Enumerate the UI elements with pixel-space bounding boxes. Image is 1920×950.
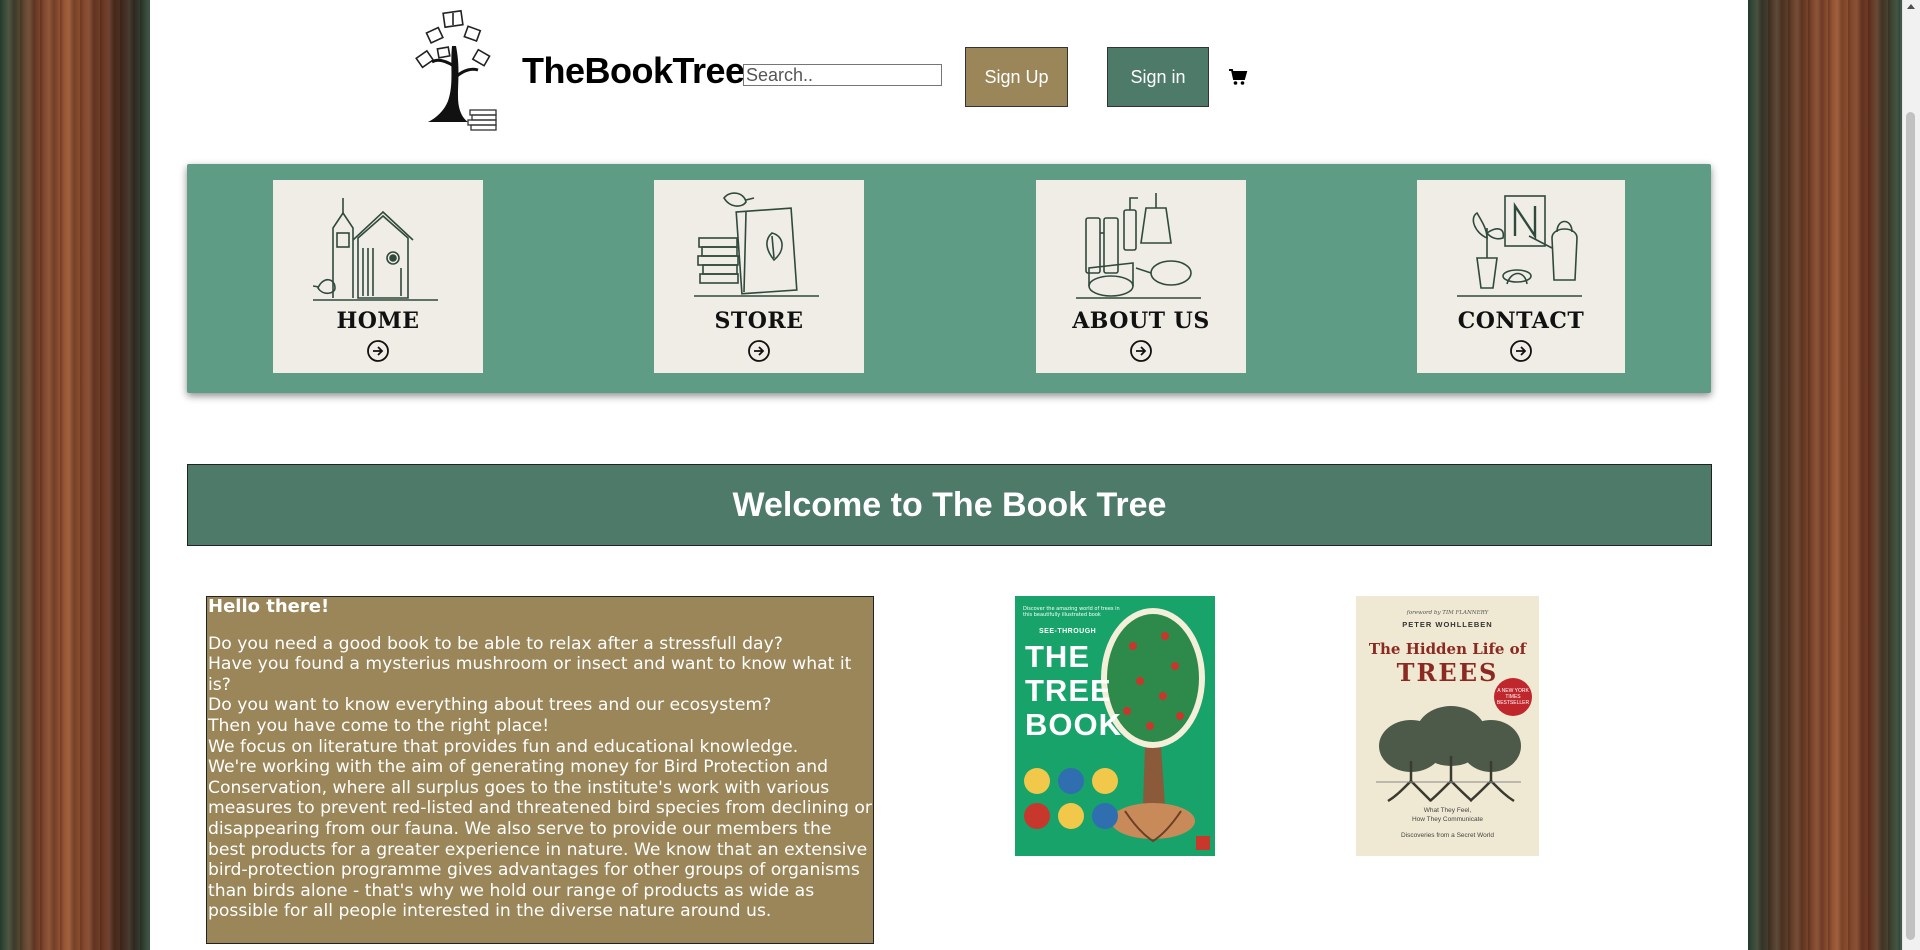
- forest-background-left: [0, 0, 150, 950]
- intro-text-box: Hello there! Do you need a good book to …: [206, 596, 874, 944]
- book1-title-line: TREE: [1025, 673, 1112, 708]
- brand-name[interactable]: TheBookTree: [522, 50, 745, 92]
- welcome-title: Welcome to The Book Tree: [732, 485, 1167, 524]
- books-with-bird-illustration: [694, 192, 819, 297]
- book-cover-hidden-life-of-trees[interactable]: foreword by TIM FLANNERY PETER WOHLLEBEN…: [1356, 596, 1539, 856]
- arrow-right-circle-icon[interactable]: [1129, 339, 1153, 363]
- book2-discoveries: Discoveries from a Secret World: [1400, 832, 1495, 839]
- plant-and-watering-can-illustration: [1457, 195, 1582, 297]
- nav-label-home: HOME: [336, 308, 420, 334]
- scroll-up-arrow-icon[interactable]: [1907, 4, 1915, 9]
- nav-card-contact[interactable]: CONTACT: [1417, 180, 1625, 373]
- nav-card-home[interactable]: HOME: [273, 180, 483, 373]
- book2-subtitle-line: What They Feel,: [1423, 807, 1472, 814]
- search-input[interactable]: Search..: [743, 64, 942, 86]
- intro-line: Do you need a good book to be able to re…: [208, 633, 783, 654]
- arrow-right-circle-icon[interactable]: [366, 339, 390, 363]
- book1-tagline: Discover the amazing world of trees in t…: [1023, 606, 1120, 618]
- book1-title-line: BOOK: [1025, 707, 1122, 742]
- scrollbar-thumb[interactable]: [1906, 112, 1915, 940]
- bestseller-badge: A NEW YORK TIMES BESTSELLER: [1494, 678, 1532, 716]
- book2-subtitle: What They Feel, How They Communicate: [1356, 806, 1539, 824]
- book2-title-line1: The Hidden Life of: [1368, 640, 1527, 658]
- binoculars-and-tools-illustration: [1076, 193, 1201, 299]
- birdhouse-illustration: [313, 198, 438, 301]
- intro-line: We focus on literature that provides fun…: [208, 736, 799, 757]
- book1-series: SEE-THROUGH: [1039, 628, 1097, 635]
- nav-card-about-us[interactable]: ABOUT US: [1036, 180, 1246, 373]
- book-cover-the-tree-book[interactable]: Discover the amazing world of trees in t…: [1015, 596, 1215, 856]
- sign-in-button[interactable]: Sign in: [1107, 47, 1209, 107]
- book-tree-logo[interactable]: [408, 6, 508, 138]
- welcome-banner: Welcome to The Book Tree: [187, 464, 1712, 546]
- book1-title: THE TREE BOOK: [1025, 640, 1122, 742]
- forest-background-right: [1748, 0, 1900, 950]
- vertical-scrollbar[interactable]: [1902, 0, 1920, 950]
- intro-line: Do you want to know everything about tre…: [208, 695, 772, 716]
- book2-foreword: foreword by TIM FLANNERY: [1406, 610, 1489, 616]
- intro-line: Then you have come to the right place!: [208, 715, 550, 736]
- intro-line: Have you found a mysterius mushroom or i…: [208, 654, 852, 695]
- nav-label-about-us: ABOUT US: [1072, 308, 1210, 334]
- shopping-cart-icon[interactable]: [1228, 67, 1248, 87]
- sign-up-button[interactable]: Sign Up: [965, 47, 1068, 107]
- arrow-right-circle-icon[interactable]: [1509, 339, 1533, 363]
- book2-author: PETER WOHLLEBEN: [1402, 620, 1493, 629]
- nav-label-contact: CONTACT: [1457, 308, 1585, 334]
- book1-title-line: THE: [1025, 639, 1090, 674]
- intro-line: We're working with the aim of generating…: [208, 757, 872, 922]
- intro-heading: Hello there!: [208, 596, 330, 617]
- book2-subtitle-line: How They Communicate: [1411, 816, 1484, 823]
- page-container: TheBookTree Search.. Sign Up Sign in HOM…: [150, 0, 1748, 950]
- arrow-right-circle-icon[interactable]: [747, 339, 771, 363]
- nav-card-store[interactable]: STORE: [654, 180, 864, 373]
- nav-label-store: STORE: [714, 308, 804, 334]
- navigation-panel: HOME STORE ABOUT US CONTACT: [187, 164, 1711, 393]
